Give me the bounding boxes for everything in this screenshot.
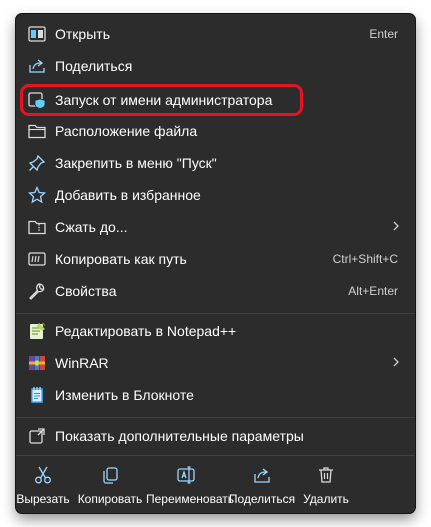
menu-item-label: Изменить в Блокноте (55, 387, 194, 403)
more-options-icon (27, 426, 47, 446)
menu-item-label: Добавить в избранное (55, 187, 201, 203)
shortcut-label: Alt+Enter (348, 284, 398, 298)
toolbar-label: Переименовать (146, 492, 234, 506)
chevron-right-icon (391, 218, 401, 237)
menu-item-add-favorites[interactable]: Добавить в избранное (20, 180, 411, 210)
context-toolbar: Вырезать Копировать Переименовать Подели… (16, 457, 415, 513)
menu-item-share[interactable]: Поделиться (20, 51, 411, 81)
menu-item-label: Копировать как путь (55, 251, 187, 267)
toolbar-label: Удалить (303, 492, 349, 506)
folder-icon (27, 121, 47, 141)
admin-shield-icon (27, 90, 47, 110)
copy-button[interactable]: Копировать (70, 457, 150, 513)
separator (16, 417, 415, 418)
wrench-icon (27, 281, 47, 301)
separator (16, 313, 415, 314)
scissors-icon (33, 465, 53, 485)
menu-item-pin-start[interactable]: Закрепить в меню "Пуск" (20, 148, 411, 178)
share-icon (252, 465, 272, 485)
copy-icon (100, 465, 120, 485)
share-icon (27, 56, 47, 76)
delete-button[interactable]: Удалить (286, 457, 366, 513)
shortcut-label: Ctrl+Shift+C (332, 252, 398, 266)
menu-item-label: Редактировать в Notepad++ (55, 323, 237, 339)
menu-item-copy-as-path[interactable]: Копировать как путь Ctrl+Shift+C (20, 244, 411, 274)
shortcut-label: Enter (369, 27, 398, 41)
menu-item-label: WinRAR (55, 355, 109, 371)
notepad-icon (27, 385, 47, 405)
rename-icon (176, 465, 196, 485)
menu-item-run-as-admin[interactable]: Запуск от имени администратора (20, 85, 411, 115)
menu-item-properties[interactable]: Свойства Alt+Enter (20, 276, 411, 306)
menu-item-compress[interactable]: Сжать до... (20, 212, 411, 242)
rename-button[interactable]: Переименовать (146, 457, 234, 513)
separator (16, 455, 415, 456)
menu-item-label: Показать дополнительные параметры (55, 428, 304, 444)
pin-icon (27, 153, 47, 173)
toolbar-label: Копировать (77, 492, 143, 506)
chevron-right-icon (391, 354, 401, 373)
copy-path-icon (27, 249, 47, 269)
star-icon (27, 185, 47, 205)
menu-item-label: Открыть (55, 26, 110, 42)
menu-item-label: Запуск от имени администратора (55, 92, 273, 108)
menu-item-label: Сжать до... (55, 219, 128, 235)
winrar-icon (27, 353, 47, 373)
menu-item-label: Закрепить в меню "Пуск" (55, 155, 217, 171)
menu-item-winrar[interactable]: WinRAR (20, 348, 411, 378)
menu-item-label: Поделиться (55, 58, 133, 74)
menu-item-edit-notepad[interactable]: Изменить в Блокноте (20, 380, 411, 410)
menu-item-label: Расположение файла (55, 123, 198, 139)
menu-item-edit-notepadpp[interactable]: Редактировать в Notepad++ (20, 316, 411, 346)
menu-item-show-more-options[interactable]: Показать дополнительные параметры (20, 421, 411, 451)
context-menu: Открыть Enter Поделиться Запуск от имени… (16, 14, 415, 513)
menu-item-open[interactable]: Открыть Enter (20, 19, 411, 49)
zip-folder-icon (27, 217, 47, 237)
notepad-plus-plus-icon (27, 321, 47, 341)
menu-item-file-location[interactable]: Расположение файла (20, 116, 411, 146)
app-window-icon (27, 24, 47, 44)
menu-item-label: Свойства (55, 283, 117, 299)
trash-icon (316, 465, 336, 485)
